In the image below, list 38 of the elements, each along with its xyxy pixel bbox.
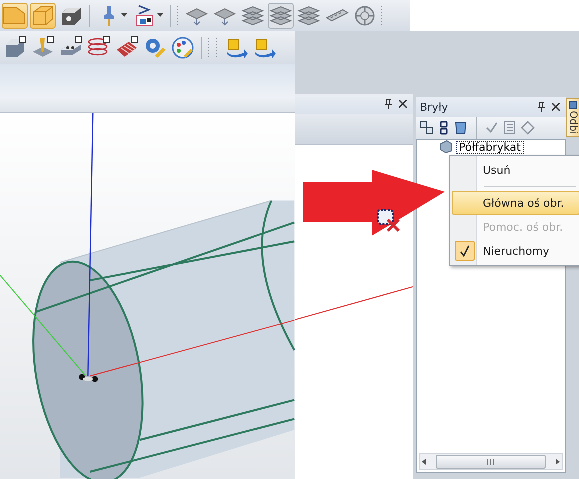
delete-selection-icon[interactable]	[376, 207, 402, 233]
toolbar-grip-icon[interactable]	[207, 36, 211, 58]
check-icon[interactable]	[485, 121, 499, 135]
layers-icon	[297, 4, 321, 28]
block-icon	[3, 36, 27, 60]
ribbed-block-icon	[115, 36, 139, 60]
scroll-left-icon[interactable]	[420, 458, 428, 466]
origin-icon	[79, 374, 98, 382]
palette-icon	[171, 36, 195, 60]
grip-icon	[487, 458, 495, 464]
diamond-icon[interactable]	[521, 121, 535, 135]
close-icon[interactable]	[399, 100, 407, 108]
toolbar-grip-icon[interactable]	[380, 4, 384, 26]
3d-viewport[interactable]	[0, 113, 295, 479]
wheel-icon	[353, 4, 377, 28]
scroll-right-icon[interactable]	[554, 458, 562, 466]
horizontal-scrollbar[interactable]	[419, 453, 563, 470]
drill-icon	[31, 36, 55, 60]
scrollbar-thumb[interactable]	[436, 454, 546, 468]
menu-item[interactable]: Nieruchomy	[452, 239, 579, 263]
side-tab[interactable]: Odbi	[566, 98, 579, 138]
stack-icon[interactable]	[439, 121, 449, 135]
tree-item[interactable]: Półfabrykat	[456, 140, 524, 154]
layers-icon	[269, 4, 293, 28]
close-icon[interactable]	[552, 103, 560, 111]
panel-icon	[569, 101, 577, 109]
panel-title: Bryły	[420, 100, 450, 114]
menu-item[interactable]: Usuń	[452, 158, 579, 182]
menu-item[interactable]: Główna oś obr.	[452, 191, 579, 215]
toolbar-grip-icon[interactable]	[176, 4, 180, 26]
pin-icon[interactable]	[537, 102, 546, 112]
layers-icon	[241, 4, 265, 28]
list-icon[interactable]	[504, 121, 516, 135]
pin-icon[interactable]	[384, 99, 393, 109]
box-icon	[31, 4, 55, 28]
toolbar-grip-icon[interactable]	[215, 36, 219, 58]
group-icon[interactable]	[420, 121, 434, 135]
bin-icon[interactable]	[454, 121, 468, 135]
